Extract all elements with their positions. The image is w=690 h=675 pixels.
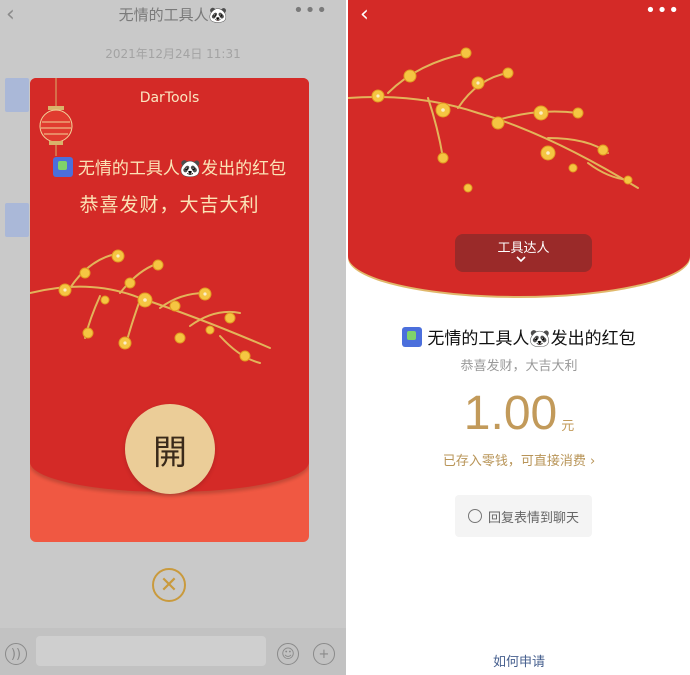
close-circle-icon[interactable]: ✕ [152, 568, 186, 602]
cover-tag-button[interactable]: 工具达人 [455, 234, 592, 272]
open-button[interactable]: 開 [125, 404, 215, 494]
plum-blossom-icon [348, 47, 639, 193]
message-timestamp: 2021年12月24日 11:31 [105, 47, 241, 61]
tool-logo-icon [52, 156, 73, 177]
plum-blossom-icon [30, 249, 271, 364]
reply-sticker-label: 回复表情到聊天 [487, 510, 579, 526]
amount-row: 1.00 元 [348, 388, 690, 440]
sender-text: 无情的工具人🐼发出的红包 [77, 159, 287, 179]
voice-icon[interactable]: )) [5, 643, 27, 665]
chevron-left-icon[interactable]: ‹ [360, 2, 369, 27]
ellipsis-icon[interactable]: ••• [293, 0, 328, 21]
sender-text: 无情的工具人🐼发出的红包 [427, 329, 636, 349]
stored-to-wallet-link[interactable]: 已存入零钱，可直接消费 › [348, 450, 690, 469]
chat-header: ‹ 无情的工具人🐼 ••• [0, 0, 346, 28]
red-packet-detail-screen: ‹ ••• 工具达人 无情的工具人🐼发出的红包 恭喜发财，大吉大利 1.00 元… [348, 0, 690, 675]
sender-line: 无情的工具人🐼发出的红包 [348, 324, 690, 349]
message-input[interactable] [36, 636, 266, 666]
plus-icon[interactable]: + [313, 643, 335, 665]
emoji-icon[interactable]: ☺ [277, 643, 299, 665]
wish-text: 恭喜发财，大吉大利 [79, 194, 260, 216]
avatar[interactable] [5, 78, 29, 112]
chat-screen: ‹ 无情的工具人🐼 ••• 2021年12月24日 11:31 DarTools… [0, 0, 346, 675]
amount-value: 1.00 [463, 387, 558, 440]
detail-header: ‹ ••• 工具达人 [348, 0, 690, 296]
smile-icon [467, 509, 482, 523]
brand-label: DarTools [139, 90, 200, 106]
sender-line: 无情的工具人🐼发出的红包 [30, 154, 309, 179]
ellipsis-icon[interactable]: ••• [645, 0, 680, 21]
wish-text: 恭喜发财，大吉大利 [460, 359, 578, 374]
chevron-down-icon [516, 256, 526, 263]
red-packet-card: DarTools 无情的工具人🐼发出的红包 恭喜发财，大吉大利 開 [30, 78, 309, 542]
amount-unit: 元 [561, 419, 575, 434]
avatar[interactable] [5, 203, 29, 237]
tool-logo-icon [402, 326, 423, 347]
reply-sticker-button[interactable]: 回复表情到聊天 [455, 495, 592, 537]
how-to-apply-link[interactable]: 如何申请 [348, 651, 690, 670]
